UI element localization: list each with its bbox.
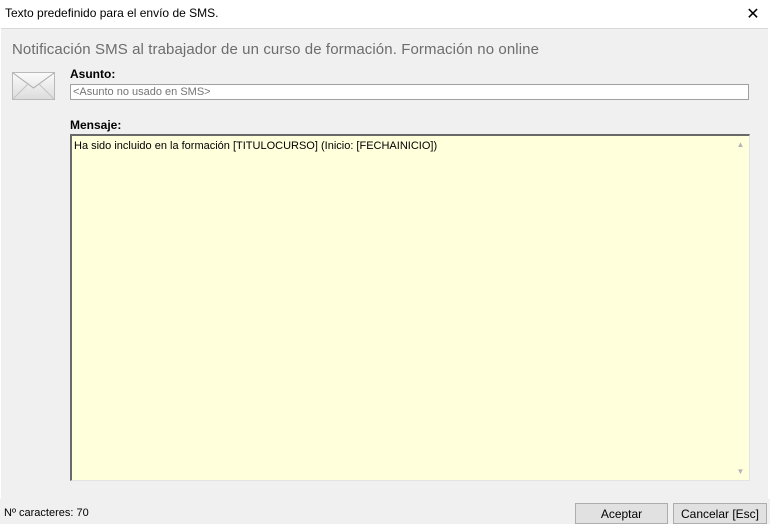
- message-scrollbar[interactable]: ▲ ▼: [732, 136, 749, 480]
- asunto-label: Asunto:: [70, 67, 116, 81]
- dialog-heading: Notificación SMS al trabajador de un cur…: [12, 41, 540, 58]
- mensaje-text[interactable]: Ha sido incluido en la formación [TITULO…: [74, 139, 731, 153]
- mensaje-label: Mensaje:: [70, 118, 122, 132]
- accept-button[interactable]: Aceptar: [575, 503, 668, 524]
- close-icon[interactable]: ✕: [740, 2, 766, 26]
- title-bar: Texto predefinido para el envío de SMS. …: [0, 0, 770, 28]
- scroll-down-icon[interactable]: ▼: [732, 463, 749, 480]
- window-title: Texto predefinido para el envío de SMS.: [5, 6, 219, 20]
- mensaje-textarea[interactable]: Ha sido incluido en la formación [TITULO…: [70, 134, 750, 481]
- cancel-button[interactable]: Cancelar [Esc]: [673, 503, 767, 524]
- dialog-body: Notificación SMS al trabajador de un cur…: [1, 28, 768, 499]
- asunto-input[interactable]: [70, 84, 749, 100]
- envelope-icon: [12, 72, 55, 100]
- char-count: Nº caracteres: 70: [4, 507, 89, 519]
- status-bar: Nº caracteres: 70 Aceptar Cancelar [Esc]: [0, 499, 770, 524]
- scroll-up-icon[interactable]: ▲: [732, 136, 749, 153]
